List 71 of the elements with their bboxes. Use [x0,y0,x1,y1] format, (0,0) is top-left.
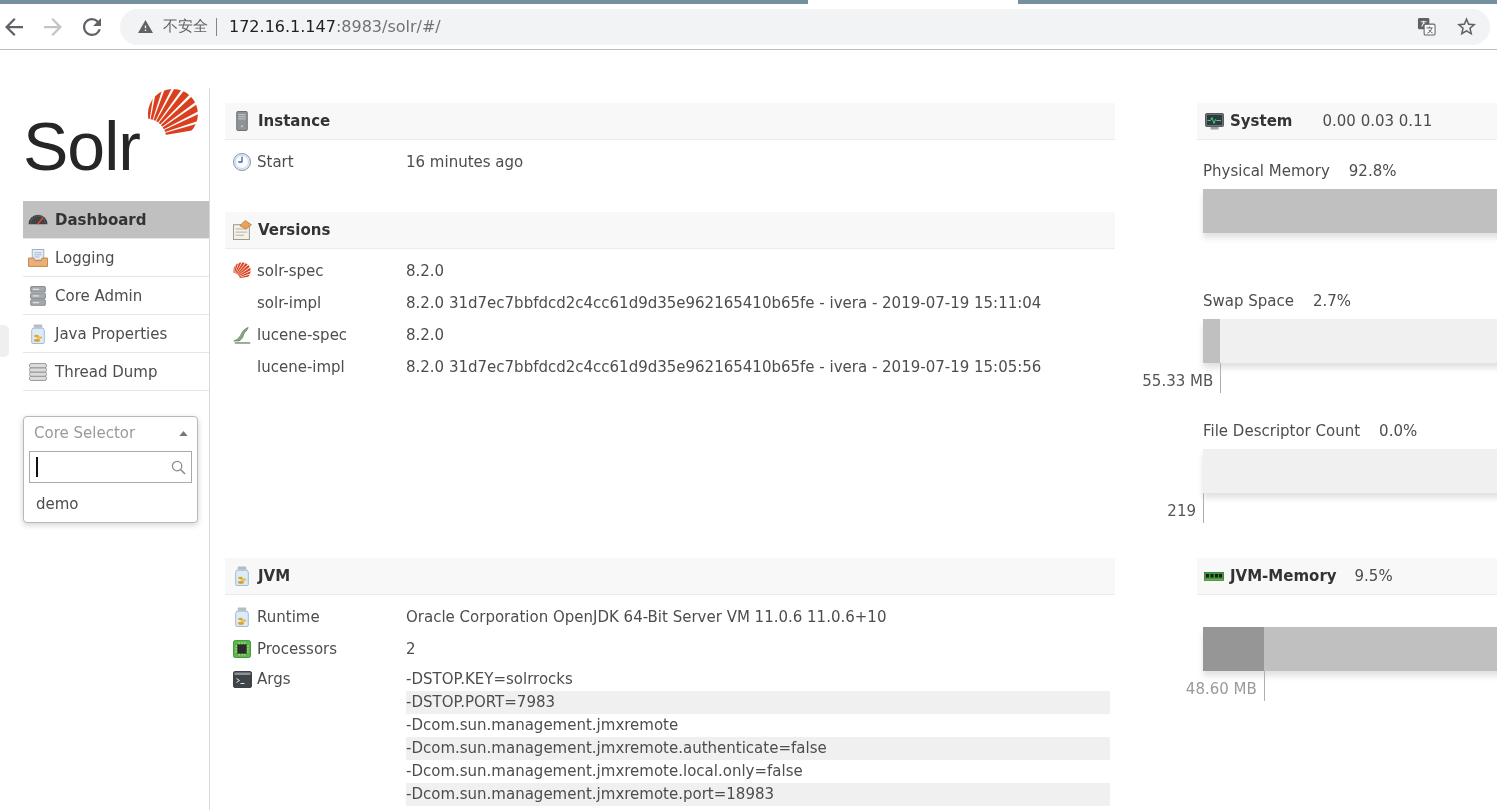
star-icon[interactable] [1457,17,1476,36]
row-value: 2 [406,640,416,658]
sidebar-item[interactable]: Thread Dump [23,353,209,391]
url-text: 172.16.1.147:8983/solr/#/ [229,17,441,36]
jar-icon [235,566,249,586]
arrow-left-icon[interactable] [5,17,23,36]
meter-label: Physical Memory [1203,162,1330,180]
jvm-arg: -Dcom.sun.management.jmxremote.port=18983 [406,783,1110,806]
clock-icon [233,153,251,171]
meter-percent: 2.7% [1313,292,1352,310]
section-title: Instance [258,112,331,130]
row-value: 8.2.0 31d7ec7bbfdcd2c4cc61d9d35e962165410b65fe - ivera - 2019-07-19 15:05:56 [406,358,1042,376]
row-value: 16 minutes ago [406,153,524,171]
section-title: JVM [258,567,291,585]
row-label: Start [257,151,294,173]
jvm-arg: -Dcom.sun.management.jmxremote [406,715,680,736]
section-title: System [1230,112,1293,130]
memory-module-icon [1204,571,1224,581]
sidebar-item[interactable]: Java Properties [23,315,209,353]
meter-percent: 92.8% [1348,162,1397,180]
server-tower-icon [236,111,248,131]
jvm-arg: -Dcom.sun.management.jmxremote.authenticate=false [406,737,1110,760]
sunburst-icon [233,262,251,280]
stack-icon [29,362,47,381]
row-label: lucene-impl [257,356,345,378]
sidebar-item[interactable]: Core Admin [23,277,209,315]
text-cursor-icon [36,457,38,477]
row-label: solr-spec [257,260,324,282]
meter-label: File Descriptor Count [1203,422,1361,440]
terminal-icon [232,671,252,688]
sidebar-item[interactable]: Dashboard [23,201,209,239]
sidebar-item[interactable]: Logging [23,239,209,277]
jvm-arg: -DSTOP.KEY=solrrocks [406,669,574,690]
meter-percent: 0.0% [1379,422,1418,440]
translate-icon[interactable] [1417,17,1436,36]
row-label: Args [257,669,291,690]
memory-reading: 55.33 MB [1142,371,1214,391]
meter-label: Swap Space [1203,292,1294,310]
clipboard-icon [232,220,252,240]
jar-icon [31,323,45,344]
header-value: 9.5% [1354,567,1393,585]
row-label: Processors [257,638,338,660]
row-label: lucene-spec [257,324,348,346]
search-icon [171,459,186,475]
row-value: 8.2.0 [406,326,445,344]
row-label: solr-impl [257,292,322,314]
reload-icon[interactable] [83,17,101,36]
server-stack-icon [30,285,46,306]
section-title: Versions [258,221,331,239]
jvm-arg: -Dcom.sun.management.jmxremote.local.only=false [406,761,804,782]
row-value: Oracle Corporation OpenJDK 64-Bit Server VM 11.0.6 11.0.6+10 [406,608,887,626]
memory-reading: 48.60 MB [1185,679,1257,699]
row-value: 8.2.0 31d7ec7bbfdcd2c4cc61d9d35e962165410b65fe - ivera - 2019-07-19 15:11:04 [406,294,1042,312]
jar-icon [235,607,249,627]
row-label: Runtime [257,606,320,628]
address-bar[interactable]: 不安全 172.16.1.147:8983/solr/#/ [120,8,1490,45]
memory-reading: 219 [1167,501,1196,521]
logo-text: Solr [23,112,140,180]
row-value: 8.2.0 [406,262,445,280]
warning-icon [138,20,153,33]
chip-icon [233,640,251,658]
tray-icon [28,248,48,267]
header-value: 0.00 0.03 0.11 [1322,112,1433,130]
security-label: 不安全 [163,17,208,36]
search-field[interactable] [29,451,192,483]
monitor-icon [1204,112,1224,130]
jvm-arg: -DSTOP.PORT=7983 [406,691,1110,714]
dropdown-option[interactable]: demo [24,483,197,514]
gauge-icon [28,214,48,225]
feather-icon [233,326,251,344]
section-title: JVM-Memory [1230,567,1337,585]
